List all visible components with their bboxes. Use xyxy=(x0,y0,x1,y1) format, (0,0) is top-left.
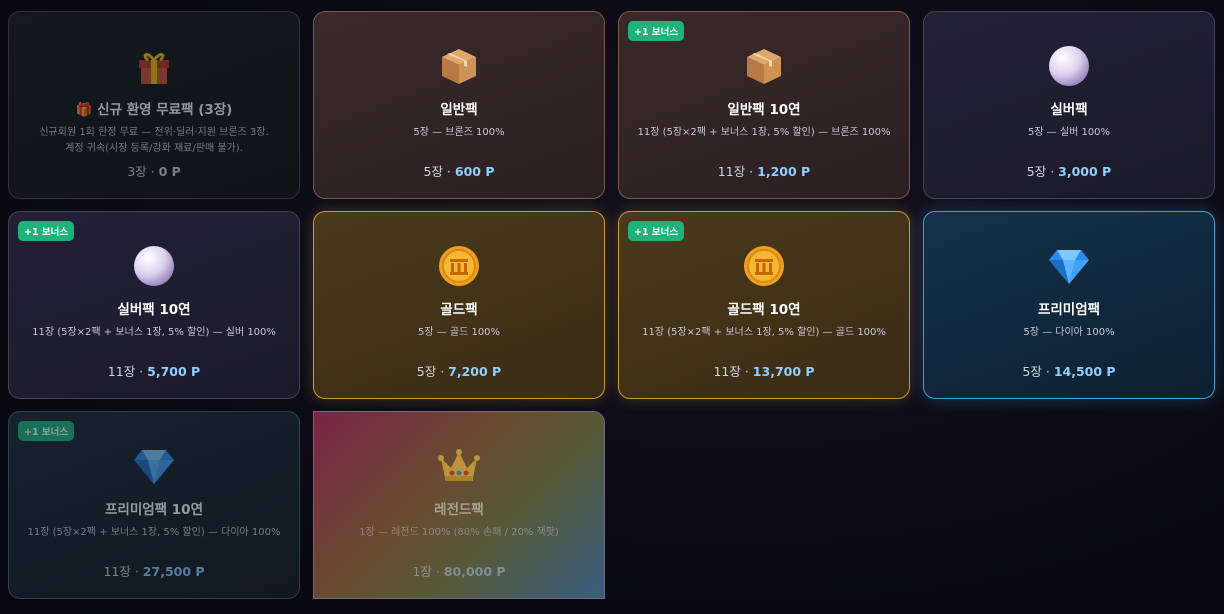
pack-count: 1장 · xyxy=(412,564,440,579)
gold-coin-icon xyxy=(742,244,786,288)
pack-count: 5장 · xyxy=(416,364,445,379)
pack-title: 프리미엄팩 10연 xyxy=(104,502,203,518)
diamond-icon xyxy=(132,444,176,488)
pack-card-silver-10[interactable]: +1 보너스 실버팩 10연 11장 (5장×2팩 + 보너스 1장, 5% 할… xyxy=(8,211,300,399)
pearl-icon xyxy=(132,244,176,288)
pack-title: 프리미엄팩 xyxy=(1037,302,1101,318)
pack-price: 5장 · 7,200 P xyxy=(314,361,604,380)
pack-description: 5장 — 브론즈 100% xyxy=(413,127,505,138)
pack-price: 5장 · 3,000 P xyxy=(924,161,1214,180)
pack-title: 실버팩 10연 xyxy=(117,302,191,318)
pack-count: 5장 · xyxy=(1022,364,1050,379)
bonus-badge: +1 보너스 xyxy=(18,421,75,441)
gift-icon xyxy=(132,44,176,88)
pack-count: 11장 · xyxy=(713,364,749,379)
package-icon xyxy=(437,44,481,88)
pack-card-premium-10[interactable]: +1 보너스 프리미엄팩 10연 11장 (5장×2팩 + 보너스 1장, 5%… xyxy=(8,411,300,599)
pack-grid: 🎁 신규 환영 무료팩 (3장) 신규회원 1회 한정 무료 — 전위·딜러·지… xyxy=(8,11,1215,599)
pack-card-legend[interactable]: 레전드팩 1장 — 레전드 100% (80% 손패 / 20% 잭팟) 1장 … xyxy=(313,411,605,599)
price-amount: 27,500 P xyxy=(142,564,205,579)
pack-count: 11장 · xyxy=(107,364,144,379)
pack-card-free-welcome[interactable]: 🎁 신규 환영 무료팩 (3장) 신규회원 1회 한정 무료 — 전위·딜러·지… xyxy=(8,11,300,199)
pack-price: 11장 · 27,500 P xyxy=(9,561,299,580)
crown-icon xyxy=(437,444,481,488)
pack-count: 11장 · xyxy=(103,564,139,579)
price-amount: 7,200 P xyxy=(448,364,502,379)
pack-price: 11장 · 1,200 P xyxy=(619,161,909,180)
diamond-icon xyxy=(1047,244,1091,288)
pearl-icon xyxy=(1047,44,1091,88)
pack-title: 일반팩 xyxy=(440,102,478,118)
pack-title: 실버팩 xyxy=(1050,102,1088,118)
pack-price: 3장 · 0 P xyxy=(9,161,299,180)
pack-price: 5장 · 14,500 P xyxy=(924,361,1214,380)
pack-count: 5장 · xyxy=(423,164,451,179)
pack-card-bronze[interactable]: 일반팩 5장 — 브론즈 100% 5장 · 600 P xyxy=(313,11,605,199)
pack-card-gold-10[interactable]: +1 보너스 골드팩 10연 11장 (5장×2팩 + 보너스 1장, 5% 할… xyxy=(618,211,910,399)
price-amount: 0 P xyxy=(158,164,181,179)
pack-count: 11장 · xyxy=(717,164,754,179)
pack-title: 골드팩 10연 xyxy=(727,302,801,318)
pack-description: 1장 — 레전드 100% (80% 손패 / 20% 잭팟) xyxy=(359,527,559,538)
pack-card-gold[interactable]: 골드팩 5장 — 골드 100% 5장 · 7,200 P xyxy=(313,211,605,399)
pack-description: 11장 (5장×2팩 + 보너스 1장, 5% 할인) — 실버 100% xyxy=(32,327,276,338)
pack-description: 5장 — 골드 100% xyxy=(417,327,501,338)
pack-card-silver[interactable]: 실버팩 5장 — 실버 100% 5장 · 3,000 P xyxy=(923,11,1215,199)
bonus-badge: +1 보너스 xyxy=(628,221,685,241)
price-amount: 600 P xyxy=(454,164,495,179)
pack-card-premium[interactable]: 프리미엄팩 5장 — 다이아 100% 5장 · 14,500 P xyxy=(923,211,1215,399)
pack-description: 11장 (5장×2팩 + 보너스 1장, 5% 할인) — 다이아 100% xyxy=(27,527,281,538)
price-amount: 1,200 P xyxy=(757,164,811,179)
pack-title: 골드팩 xyxy=(440,302,478,318)
package-icon xyxy=(742,44,786,88)
pack-card-bronze-10[interactable]: +1 보너스 일반팩 10연 11장 (5장×2팩 + 보너스 1장, 5% 할… xyxy=(618,11,910,199)
pack-price: 5장 · 600 P xyxy=(314,161,604,180)
pack-count: 3장 · xyxy=(127,164,155,179)
bonus-badge: +1 보너스 xyxy=(628,21,685,41)
pack-title: 일반팩 10연 xyxy=(727,102,801,118)
pack-description: 5장 — 다이아 100% xyxy=(1023,327,1115,338)
pack-count: 5장 · xyxy=(1026,164,1055,179)
pack-description: 신규회원 1회 한정 무료 — 전위·딜러·지원 브론즈 3장. 계정 귀속(시… xyxy=(39,127,269,154)
pack-title: 🎁 신규 환영 무료팩 (3장) xyxy=(75,102,233,118)
gold-coin-icon xyxy=(437,244,481,288)
pack-description: 11장 (5장×2팩 + 보너스 1장, 5% 할인) — 브론즈 100% xyxy=(637,127,891,138)
price-amount: 80,000 P xyxy=(443,564,506,579)
pack-title: 레전드팩 xyxy=(434,502,484,518)
price-amount: 3,000 P xyxy=(1058,164,1112,179)
pack-price: 1장 · 80,000 P xyxy=(314,561,604,580)
pack-description: 11장 (5장×2팩 + 보너스 1장, 5% 할인) — 골드 100% xyxy=(642,327,886,338)
pack-description: 5장 — 실버 100% xyxy=(1027,127,1111,138)
price-amount: 14,500 P xyxy=(1053,364,1116,379)
price-amount: 13,700 P xyxy=(752,364,815,379)
pack-price: 11장 · 5,700 P xyxy=(9,361,299,380)
bonus-badge: +1 보너스 xyxy=(18,221,75,241)
pack-price: 11장 · 13,700 P xyxy=(619,361,909,380)
price-amount: 5,700 P xyxy=(147,364,201,379)
